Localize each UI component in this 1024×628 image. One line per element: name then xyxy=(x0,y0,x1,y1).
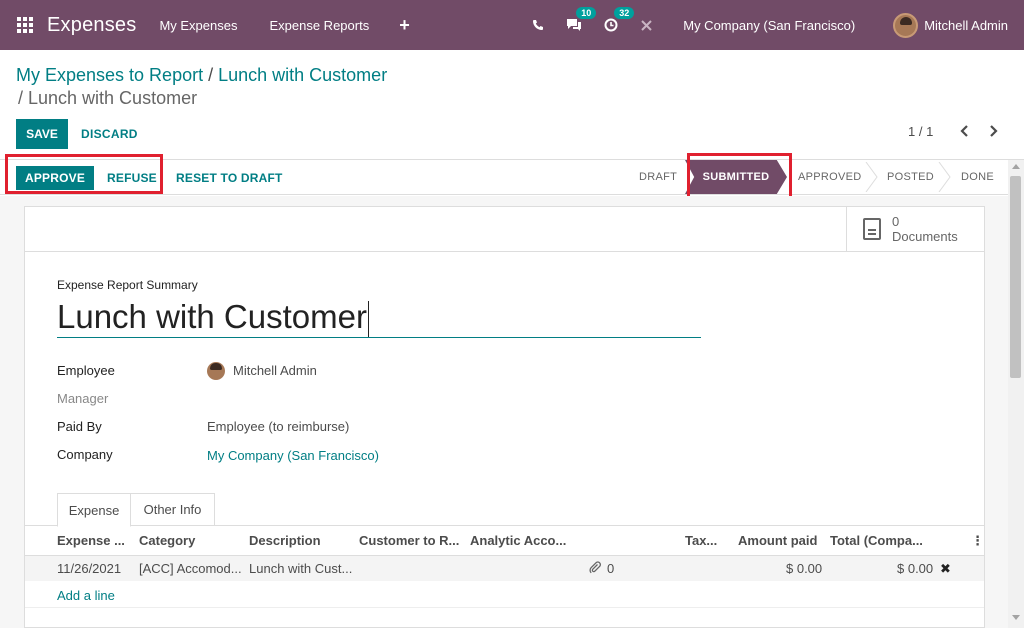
col-amount-paid[interactable]: Amount paid xyxy=(738,533,817,548)
column-options-icon[interactable]: ⋮ xyxy=(971,533,984,549)
employee-value[interactable]: Mitchell Admin xyxy=(233,363,317,378)
summary-label: Expense Report Summary xyxy=(57,278,198,292)
cell-category[interactable]: [ACC] Accomod... xyxy=(139,561,242,576)
tab-expense[interactable]: Expense xyxy=(57,493,131,527)
report-title-text: Lunch with Customer xyxy=(57,298,367,335)
breadcrumb-middle[interactable]: Lunch with Customer xyxy=(218,65,387,85)
col-category[interactable]: Category xyxy=(139,533,195,548)
cell-total: $ 0.00 xyxy=(897,561,934,576)
phone-icon[interactable] xyxy=(532,19,544,31)
divider xyxy=(25,251,984,252)
debug-tools-icon[interactable] xyxy=(640,19,653,32)
breadcrumb-parent[interactable]: My Expenses to Report xyxy=(16,65,203,85)
cell-attachments: 0 xyxy=(607,561,615,576)
documents-smart-button[interactable]: 0 Documents xyxy=(846,207,984,251)
notebook-tabs: Expense Other Info xyxy=(25,493,984,527)
attachment-icon[interactable] xyxy=(589,561,601,577)
messages-badge: 10 xyxy=(576,7,597,19)
top-navbar: Expenses My Expenses Expense Reports + 1… xyxy=(0,0,1024,50)
delete-row-icon[interactable]: ✖ xyxy=(940,561,951,577)
highlight-box-actions xyxy=(5,154,163,194)
scroll-down-arrow-icon[interactable] xyxy=(1012,615,1020,620)
menu-my-expenses[interactable]: My Expenses xyxy=(159,18,237,33)
add-a-line-link[interactable]: Add a line xyxy=(57,588,115,603)
cell-description[interactable]: Lunch with Cust... xyxy=(249,561,352,576)
stage-done[interactable]: DONE xyxy=(961,160,994,194)
documents-stat: 0 Documents xyxy=(892,214,958,244)
status-header: APPROVE REFUSE RESET TO DRAFT DRAFT SUBM… xyxy=(0,153,1024,202)
documents-label: Documents xyxy=(892,229,958,244)
company-switcher[interactable]: My Company (San Francisco) xyxy=(683,18,855,33)
report-title-input[interactable]: Lunch with Customer xyxy=(57,296,701,338)
employee-label: Employee xyxy=(57,363,115,378)
navbar-right: 10 32 My Company (San Francisco) Mitchel… xyxy=(532,0,1024,50)
manager-label: Manager xyxy=(57,391,109,406)
documents-count: 0 xyxy=(892,214,900,229)
scroll-up-arrow-icon[interactable] xyxy=(1012,164,1020,169)
pager-value[interactable]: 1 / 1 xyxy=(908,124,933,139)
employee-avatar xyxy=(207,362,225,380)
reset-to-draft-button[interactable]: RESET TO DRAFT xyxy=(176,166,283,190)
apps-grid-icon[interactable] xyxy=(14,14,36,36)
text-caret xyxy=(367,301,369,338)
breadcrumb: My Expenses to Report / Lunch with Custo… xyxy=(16,62,387,89)
stage-approved[interactable]: APPROVED xyxy=(798,160,862,194)
paid-by-value[interactable]: Employee (to reimburse) xyxy=(207,419,349,434)
user-menu[interactable]: Mitchell Admin xyxy=(924,18,1008,33)
messages-icon[interactable]: 10 xyxy=(566,7,597,32)
breadcrumb-current: / Lunch with Customer xyxy=(18,88,198,108)
stage-separator xyxy=(938,162,951,192)
stage-separator xyxy=(865,162,878,192)
col-taxes[interactable]: Tax... xyxy=(685,533,717,548)
col-total[interactable]: Total (Compa... xyxy=(830,533,923,548)
col-customer[interactable]: Customer to R... xyxy=(359,533,459,548)
pager-next-icon[interactable] xyxy=(988,124,998,143)
stage-draft[interactable]: DRAFT xyxy=(639,160,677,194)
app-brand[interactable]: Expenses xyxy=(47,14,136,37)
menu-expense-reports[interactable]: Expense Reports xyxy=(269,18,369,33)
cell-date[interactable]: 11/26/2021 xyxy=(57,561,121,576)
scrollbar-thumb[interactable] xyxy=(1010,176,1021,378)
table-bottom-divider xyxy=(25,607,984,608)
col-expense-date[interactable]: Expense ... xyxy=(57,533,125,548)
discard-button[interactable]: DISCARD xyxy=(81,119,138,149)
paid-by-label: Paid By xyxy=(57,419,102,434)
stage-posted[interactable]: POSTED xyxy=(887,160,934,194)
user-avatar[interactable] xyxy=(893,12,919,38)
document-icon xyxy=(863,218,881,240)
plus-menu-icon[interactable]: + xyxy=(399,15,410,36)
activities-badge: 32 xyxy=(614,7,635,19)
cell-amount-paid[interactable]: $ 0.00 xyxy=(786,561,822,576)
save-button[interactable]: SAVE xyxy=(16,119,68,149)
breadcrumb-separator: / xyxy=(203,65,219,85)
company-label: Company xyxy=(57,447,113,462)
pager-previous-icon[interactable] xyxy=(960,124,970,143)
col-description[interactable]: Description xyxy=(249,533,321,548)
col-analytic-account[interactable]: Analytic Acco... xyxy=(470,533,566,548)
highlight-box-stage xyxy=(687,153,792,202)
activity-clock-icon[interactable]: 32 xyxy=(604,7,635,32)
company-value[interactable]: My Company (San Francisco) xyxy=(207,448,379,463)
form-sheet: 0 Documents Expense Report Summary Lunch… xyxy=(24,206,985,628)
tab-other-info[interactable]: Other Info xyxy=(131,493,215,526)
